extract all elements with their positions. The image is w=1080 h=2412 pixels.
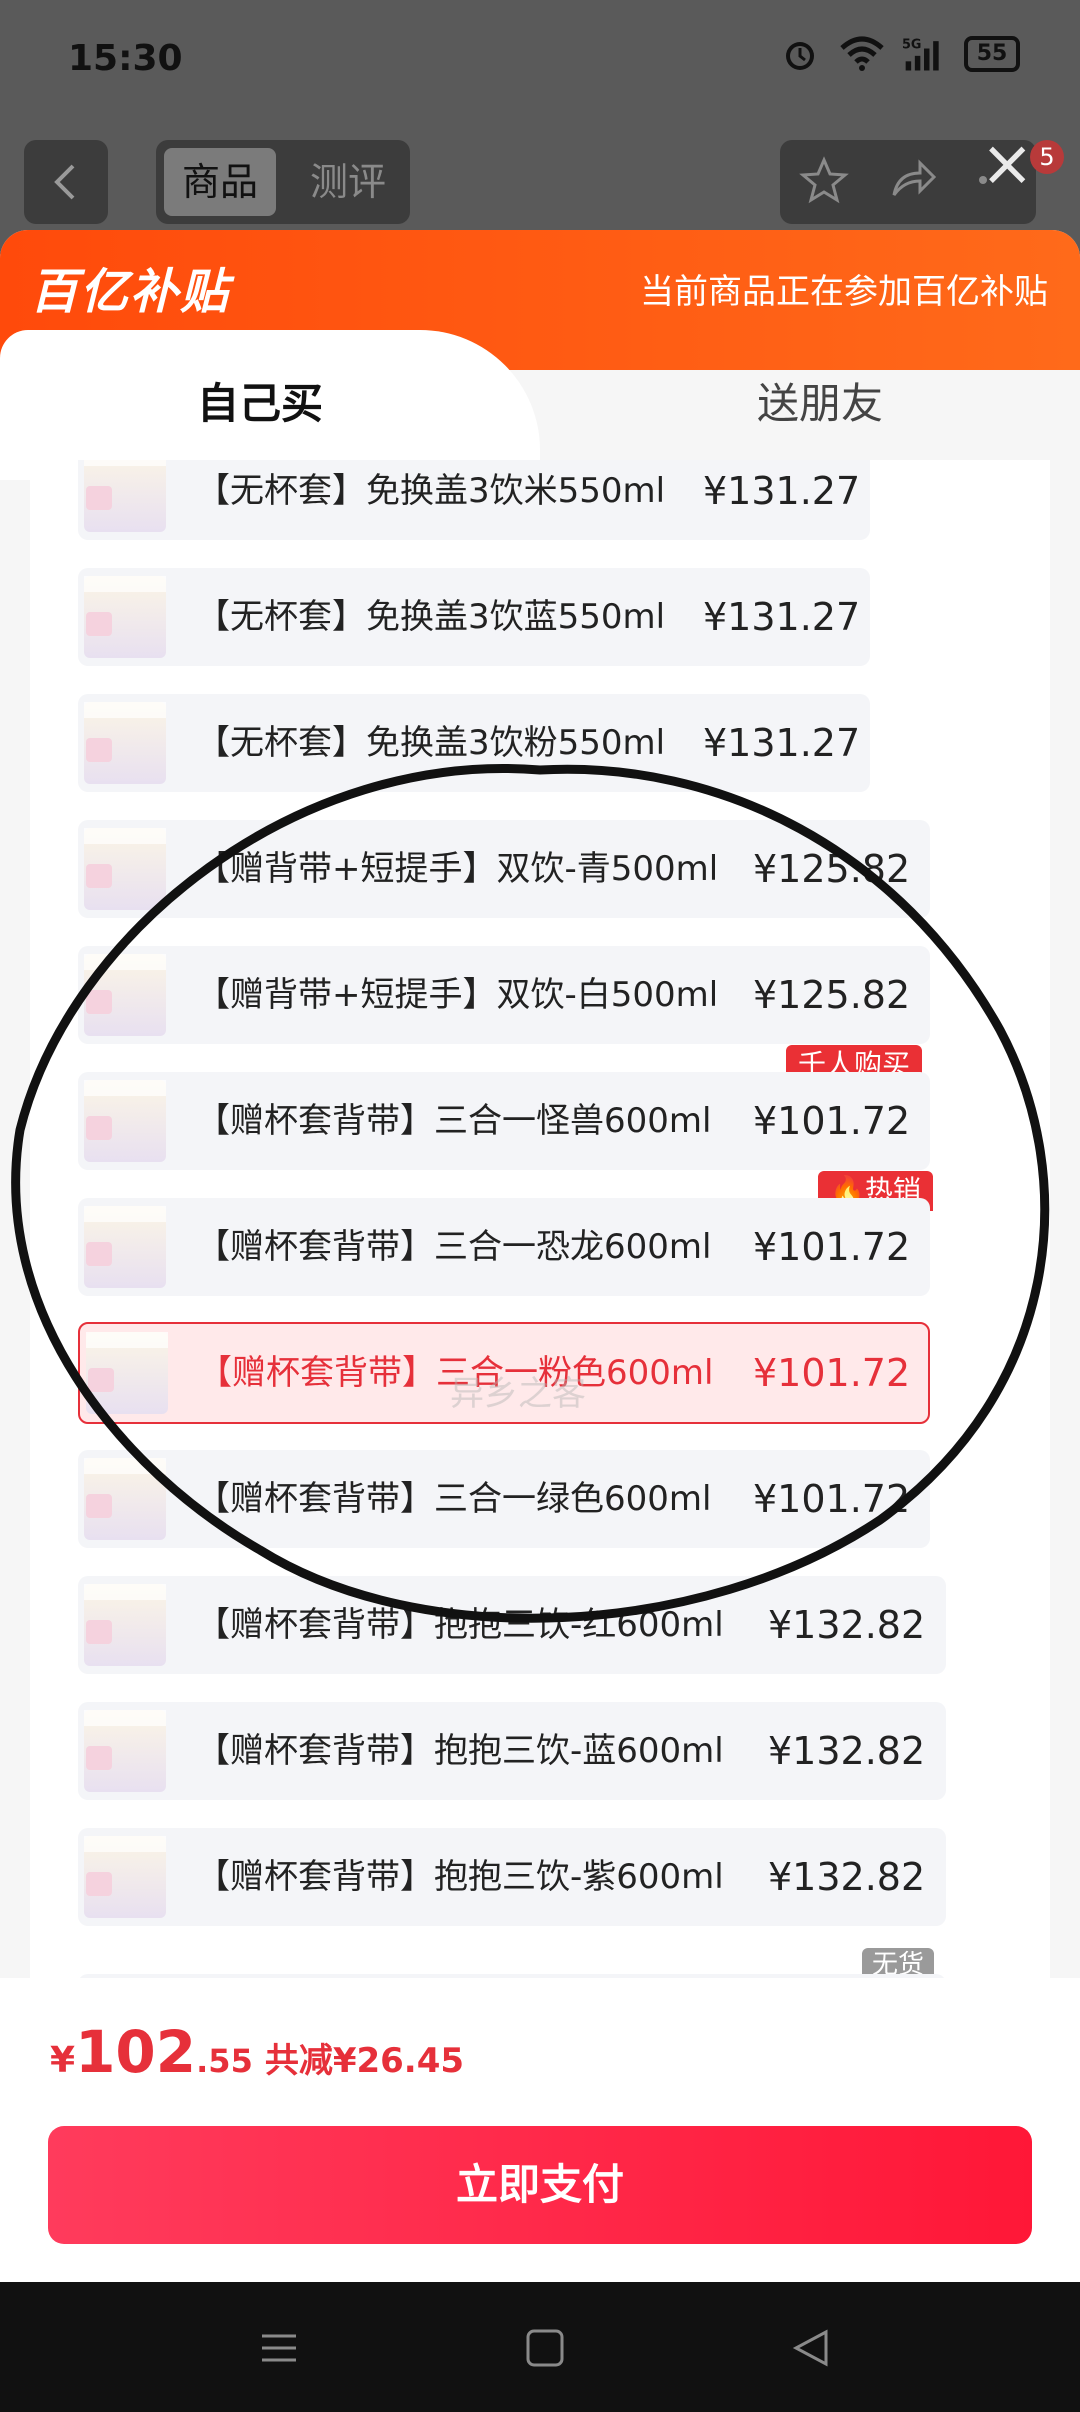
variant-price: ¥132.82: [768, 1855, 926, 1899]
checkout-footer: ¥102.55 共减¥26.45 立即支付: [0, 1978, 1080, 2282]
wifi-icon: [840, 34, 884, 74]
variant-thumbnail: [84, 1836, 166, 1918]
signal-5g-icon: 5G: [902, 34, 946, 74]
saving-amount: 共减¥26.45: [264, 2041, 465, 2081]
tab-product[interactable]: 商品: [164, 148, 276, 216]
menu-icon[interactable]: [254, 2326, 304, 2370]
total-price: ¥102.55 共减¥26.45: [50, 2018, 464, 2086]
favorite-star-icon[interactable]: [799, 155, 850, 209]
pay-now-button[interactable]: 立即支付: [48, 2126, 1032, 2244]
share-icon[interactable]: [888, 155, 938, 209]
price-decimal: .55: [196, 2042, 253, 2080]
back-triangle-icon[interactable]: [788, 2326, 838, 2370]
product-review-segment: 商品 测评: [156, 140, 410, 224]
back-button[interactable]: [24, 140, 108, 224]
hand-drawn-circle: [11, 764, 1050, 1623]
variant-label: 【赠杯套背带】抱抱三饮-紫600ml: [196, 1857, 724, 1897]
page-top-bar: 商品 测评 × 5: [24, 132, 1064, 224]
cart-count-badge: 5: [1030, 140, 1064, 174]
home-square-icon[interactable]: [520, 2326, 570, 2370]
tab-review[interactable]: 测评: [292, 148, 404, 216]
chevron-left-icon: [54, 164, 75, 200]
alarm-icon: [778, 34, 822, 74]
battery-indicator: 55: [964, 36, 1020, 72]
price-currency: ¥: [50, 2040, 76, 2081]
price-integer: 102: [75, 2018, 197, 2086]
close-icon[interactable]: ×: [980, 132, 1034, 196]
status-bar: 15:30 5G 55: [0, 0, 1080, 125]
status-icons: 5G 55: [778, 34, 1020, 74]
variant-item[interactable]: 【赠杯套背带】抱抱三饮-紫600ml ¥132.82: [78, 1828, 946, 1926]
system-nav-bar: [0, 2282, 1080, 2412]
svg-text:5G: 5G: [902, 38, 921, 53]
status-time: 15:30: [68, 38, 183, 79]
